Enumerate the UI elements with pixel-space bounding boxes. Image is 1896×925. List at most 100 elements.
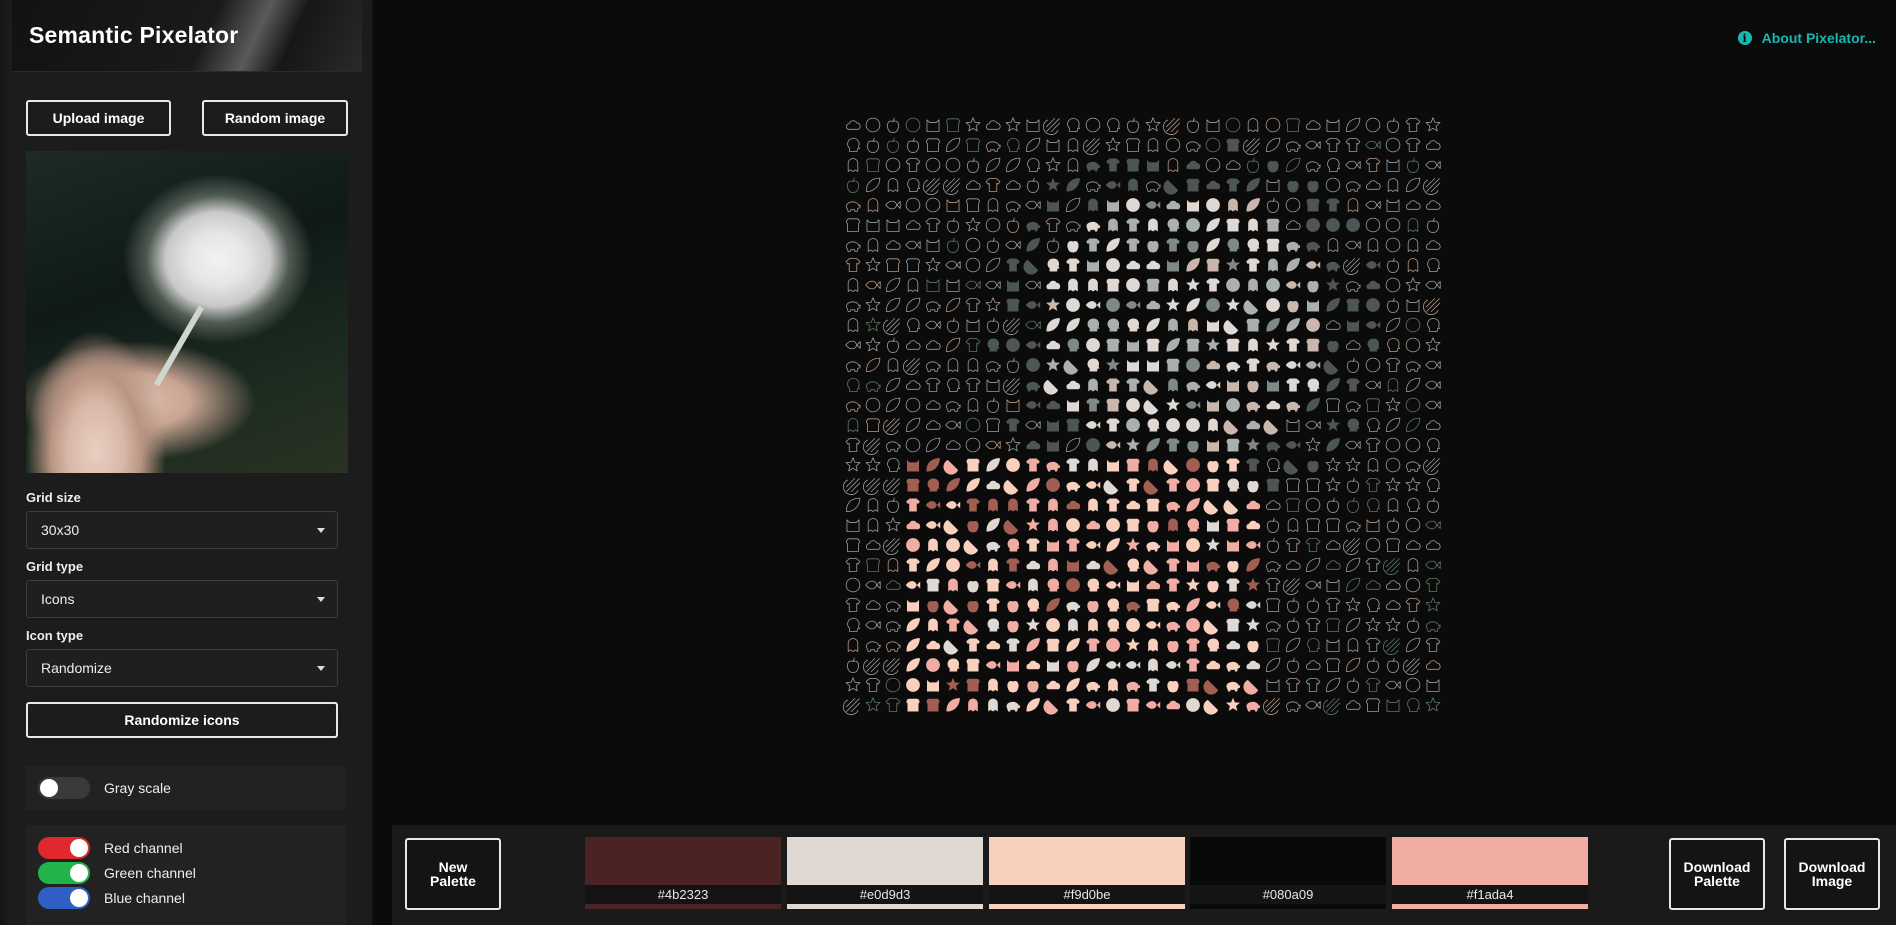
apple-icon xyxy=(1426,217,1440,233)
bread-icon xyxy=(926,698,940,712)
star-icon xyxy=(1105,137,1121,152)
bread-icon xyxy=(1286,498,1300,512)
cat-icon xyxy=(1386,199,1400,212)
apple-icon xyxy=(1406,157,1420,173)
leaf-icon xyxy=(1186,498,1200,512)
leaf-icon xyxy=(1386,417,1401,432)
cloud-icon xyxy=(1166,700,1181,710)
red-channel-toggle[interactable] xyxy=(38,837,90,859)
cloud-icon xyxy=(1306,660,1321,670)
head-icon xyxy=(1147,418,1160,432)
ghost-icon xyxy=(907,278,919,292)
star-icon xyxy=(1385,617,1401,632)
palette-swatch[interactable]: #f1ada4 xyxy=(1392,837,1588,909)
ghost-icon xyxy=(1407,258,1419,272)
cat-icon xyxy=(926,119,940,132)
palette-swatch[interactable]: #080a09 xyxy=(1190,837,1386,909)
ghost-icon xyxy=(1347,198,1359,212)
cat-icon xyxy=(1206,519,1220,532)
gray-scale-toggle[interactable] xyxy=(38,777,90,799)
new-palette-button[interactable]: New Palette xyxy=(405,838,501,910)
shirt-icon xyxy=(1246,458,1260,472)
leaf-icon xyxy=(1046,598,1060,612)
shirt-icon xyxy=(865,678,881,692)
cat-icon xyxy=(906,599,920,612)
cat-icon xyxy=(926,679,940,692)
apple-icon xyxy=(1386,257,1400,273)
icon-type-select[interactable]: Randomize xyxy=(26,649,338,687)
cat-icon xyxy=(1126,359,1140,372)
toggle-knob xyxy=(70,864,88,882)
circle-icon xyxy=(1186,478,1200,492)
apple-icon xyxy=(1207,457,1219,473)
random-image-button[interactable]: Random image xyxy=(202,100,348,136)
stripes-icon xyxy=(1163,117,1181,135)
bread-icon xyxy=(846,218,860,232)
pig-icon xyxy=(1266,561,1281,572)
cloud-icon xyxy=(1246,520,1261,530)
red-channel-label: Red channel xyxy=(104,840,183,856)
shirt-icon xyxy=(1246,358,1260,372)
cloud-icon xyxy=(1266,500,1281,510)
randomize-icons-button[interactable]: Randomize icons xyxy=(26,702,338,738)
cat-icon xyxy=(1006,399,1020,412)
star-icon xyxy=(1226,257,1240,271)
apple-icon xyxy=(1007,597,1019,613)
apple-icon xyxy=(1346,477,1360,493)
about-link[interactable]: i About Pixelator... xyxy=(1737,30,1876,46)
cloud-icon xyxy=(1046,340,1061,350)
palette-swatch[interactable]: #4b2323 xyxy=(585,837,781,909)
shirt-icon xyxy=(1066,458,1080,472)
apple-icon xyxy=(1247,637,1259,653)
stripes-icon xyxy=(863,657,881,675)
apple-icon xyxy=(1386,117,1400,133)
cat-icon xyxy=(926,279,940,292)
palette-swatch[interactable]: #f9d0be xyxy=(989,837,1185,909)
blue-channel-toggle[interactable] xyxy=(38,887,90,909)
shirt-icon xyxy=(1006,258,1020,272)
bread-icon xyxy=(926,578,940,592)
green-channel-toggle[interactable] xyxy=(38,862,90,884)
stripes-icon xyxy=(1263,418,1280,435)
leaf-icon xyxy=(1286,637,1301,652)
bread-icon xyxy=(1266,598,1280,612)
apple-icon xyxy=(1006,357,1020,373)
upload-image-button[interactable]: Upload image xyxy=(26,100,171,136)
palette-swatch[interactable]: #e0d9d3 xyxy=(787,837,983,909)
cat-icon xyxy=(1086,259,1100,272)
cloud-icon xyxy=(926,640,941,650)
fish-icon xyxy=(945,501,961,509)
grid-type-select[interactable]: Icons xyxy=(26,580,338,618)
ghost-icon xyxy=(1147,138,1159,152)
download-palette-button[interactable]: Download Palette xyxy=(1669,838,1765,910)
grid-size-select[interactable]: 30x30 xyxy=(26,511,338,549)
ghost-icon xyxy=(1387,178,1399,192)
pig-icon xyxy=(846,241,861,252)
leaf-icon xyxy=(886,277,901,292)
ghost-icon xyxy=(1248,338,1258,352)
pig-icon xyxy=(1326,261,1341,272)
fish-icon xyxy=(1425,400,1441,410)
cat-icon xyxy=(1286,419,1300,432)
bread-icon xyxy=(1126,158,1140,172)
stripes-icon xyxy=(1103,558,1120,575)
shirt-icon xyxy=(1146,678,1160,692)
fish-icon xyxy=(1305,261,1321,269)
bread-icon xyxy=(1286,478,1300,492)
star-icon xyxy=(1425,117,1441,132)
leaf-icon xyxy=(906,638,920,652)
leaf-icon xyxy=(886,297,901,312)
head-icon xyxy=(1047,258,1060,272)
shirt-icon xyxy=(1166,438,1180,452)
bread-icon xyxy=(966,458,980,472)
download-image-button[interactable]: Download Image xyxy=(1784,838,1880,910)
leaf-icon xyxy=(946,337,961,352)
cloud-icon xyxy=(906,520,921,530)
circle-icon xyxy=(1186,218,1200,232)
cloud-icon xyxy=(1386,580,1401,590)
fish-icon xyxy=(1085,701,1101,709)
leaf-icon xyxy=(1066,437,1081,452)
shirt-icon xyxy=(845,598,861,612)
bread-icon xyxy=(986,418,1000,432)
stripes-icon xyxy=(1243,298,1260,315)
